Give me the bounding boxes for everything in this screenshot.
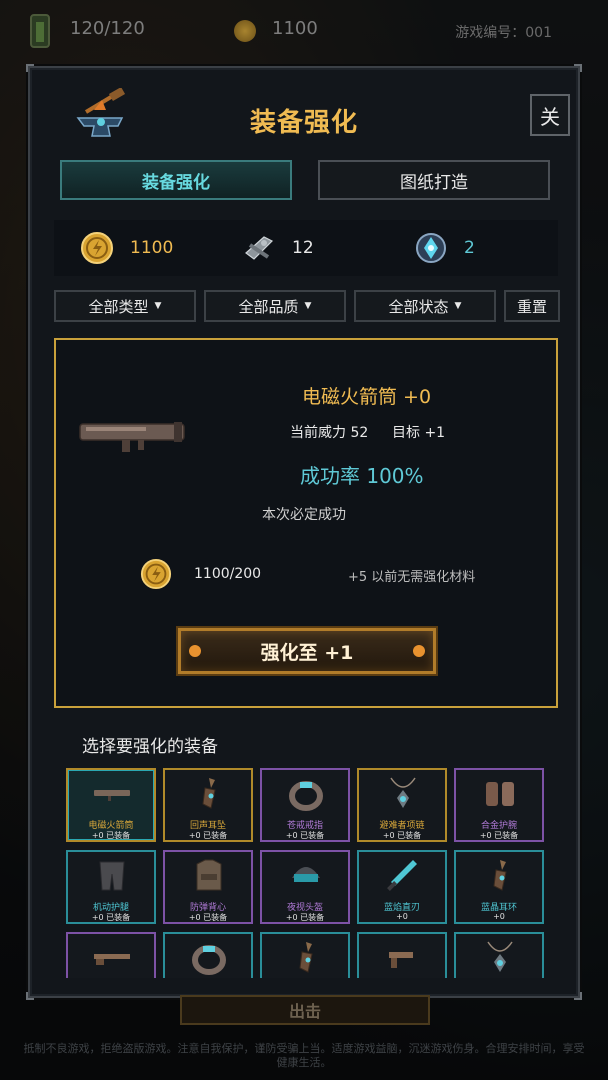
equipment-slot[interactable]: 夜视头盔 +0 已装备	[260, 850, 350, 924]
equipment-list-title: 选择要强化的装备	[82, 737, 218, 757]
resource-gold: 1100	[80, 220, 173, 276]
vest-icon	[196, 859, 222, 891]
filter-type-dropdown[interactable]: 全部类型 ▼	[54, 290, 196, 322]
gold-coin-icon	[140, 558, 172, 590]
crystal-amount: 2	[464, 238, 475, 258]
equipment-status: +0 已装备	[285, 913, 325, 922]
equipment-slot[interactable]: 回声耳坠 +0 已装备	[163, 768, 253, 842]
equipment-status: +0 已装备	[91, 913, 131, 922]
equipment-slot[interactable]: 避难者项链 +0 已装备	[357, 768, 447, 842]
frame-corner	[26, 992, 34, 1000]
equipment-grid: 电磁火箭筒 +0 已装备 回声耳坠 +0 已装备 苍戒戒指 +0 已装备 避难者项链 +0 已…	[66, 768, 548, 978]
resource-crystal: 2	[414, 220, 475, 276]
filter-status-dropdown[interactable]: 全部状态 ▼	[354, 290, 496, 322]
equipment-status: +0 已装备	[382, 831, 422, 840]
frame-corner	[574, 992, 582, 1000]
equipment-slot[interactable]: 防弹背心 +0 已装备	[163, 850, 253, 924]
filter-type-label: 全部类型	[88, 297, 149, 316]
frame-corner	[574, 64, 582, 72]
equipment-slot[interactable]: 蓝晶耳环 +0	[454, 850, 544, 924]
machine-parts-icon	[245, 236, 274, 260]
filter-quality-label: 全部品质	[238, 297, 299, 316]
energy-value: 120/120	[70, 18, 145, 39]
filter-status-label: 全部状态	[388, 297, 449, 316]
health-disclaimer: 抵制不良游戏，拒绝盗版游戏。注意自我保护，谨防受骗上当。适度游戏益脑，沉迷游戏伤…	[23, 1042, 585, 1069]
energy-icon	[30, 14, 50, 48]
resource-parts: 12	[242, 220, 314, 276]
equipment-status: +0	[493, 912, 505, 921]
necklace-icon	[390, 777, 416, 808]
equipment-slot[interactable]: 蓝焰直刃 +0	[357, 850, 447, 924]
upgrade-cost: 1100/200	[194, 566, 262, 582]
item-name: 电磁火箭筒 +0	[302, 386, 432, 408]
close-button[interactable]: 关	[530, 94, 570, 136]
equipment-status: +0 已装备	[188, 913, 228, 922]
equipment-slot[interactable]	[357, 932, 447, 978]
helmet-icon	[292, 867, 320, 882]
current-power: 当前威力 52	[290, 425, 369, 441]
tab-blueprint-forge[interactable]: 图纸打造	[318, 160, 550, 200]
button-gem-icon	[413, 645, 425, 657]
earring-icon	[202, 778, 216, 809]
gold-value: 1100	[272, 18, 318, 39]
button-gem-icon	[189, 645, 201, 657]
rocket-launcher-icon	[79, 422, 185, 452]
reset-button[interactable]: 重置	[504, 290, 560, 322]
caret-down-icon: ▼	[304, 301, 312, 311]
equipment-slot[interactable]: 苍戒戒指 +0 已装备	[260, 768, 350, 842]
bracer-icon	[486, 782, 514, 806]
blade-icon	[387, 860, 417, 891]
upgrade-detail-panel: 电磁火箭筒 +0 当前威力 52 目标 +1 成功率 100% 本次必定成功 1…	[54, 338, 558, 708]
gold-coin-icon	[234, 20, 256, 42]
necklace-icon	[487, 941, 513, 972]
pistol-icon	[389, 952, 413, 968]
success-note: 本次必定成功	[262, 507, 346, 523]
equipment-slot[interactable]: 机动护腿 +0 已装备	[66, 850, 156, 924]
target-level: 目标 +1	[392, 425, 446, 441]
equipment-status: +0 已装备	[285, 831, 325, 840]
ring-icon	[192, 945, 226, 975]
equipment-slot[interactable]	[66, 932, 156, 978]
crystal-core-icon	[416, 233, 446, 263]
equipment-upgrade-dialog: 装备强化 关 装备强化 图纸打造 1100 12 2 全部类型 ▼ 全部品质 ▼…	[26, 64, 582, 1000]
upgrade-button[interactable]: 强化至 +1	[178, 628, 436, 674]
equipment-status: +0 已装备	[91, 831, 131, 840]
upgrade-button-label: 强化至 +1	[260, 641, 354, 664]
dialog-title: 装备强化	[249, 108, 358, 138]
top-hud: 120/120 1100 游戏编号：001	[0, 0, 608, 62]
equipment-slot[interactable]	[163, 932, 253, 978]
caret-down-icon: ▼	[454, 301, 462, 311]
resource-bar: 1100 12 2	[54, 220, 558, 276]
leg-armor-icon	[99, 861, 125, 891]
equipment-slot[interactable]	[260, 932, 350, 978]
gold-coin-icon	[81, 232, 113, 264]
rocket-launcher-icon	[94, 790, 130, 801]
parts-amount: 12	[292, 238, 314, 258]
equipment-status: +0 已装备	[188, 831, 228, 840]
tab-equipment-upgrade[interactable]: 装备强化	[60, 160, 292, 200]
equipment-slot[interactable]: 合金护腕 +0 已装备	[454, 768, 544, 842]
equipment-status: +0 已装备	[479, 831, 519, 840]
ring-icon	[289, 781, 323, 811]
equipment-status: +0	[396, 912, 408, 921]
shotgun-icon	[94, 954, 130, 965]
earring-icon	[299, 942, 313, 973]
equipment-slot[interactable]	[454, 932, 544, 978]
earring-icon	[493, 860, 507, 891]
sortie-button[interactable]: 出击	[180, 995, 430, 1025]
gold-amount: 1100	[130, 238, 174, 258]
caret-down-icon: ▼	[154, 301, 162, 311]
material-note: +5 以前无需强化材料	[348, 570, 476, 585]
frame-corner	[26, 64, 34, 72]
game-id: 游戏编号：001	[455, 25, 552, 41]
filter-quality-dropdown[interactable]: 全部品质 ▼	[204, 290, 346, 322]
equipment-slot[interactable]: 电磁火箭筒 +0 已装备	[66, 768, 156, 842]
success-rate: 成功率 100%	[300, 464, 424, 488]
